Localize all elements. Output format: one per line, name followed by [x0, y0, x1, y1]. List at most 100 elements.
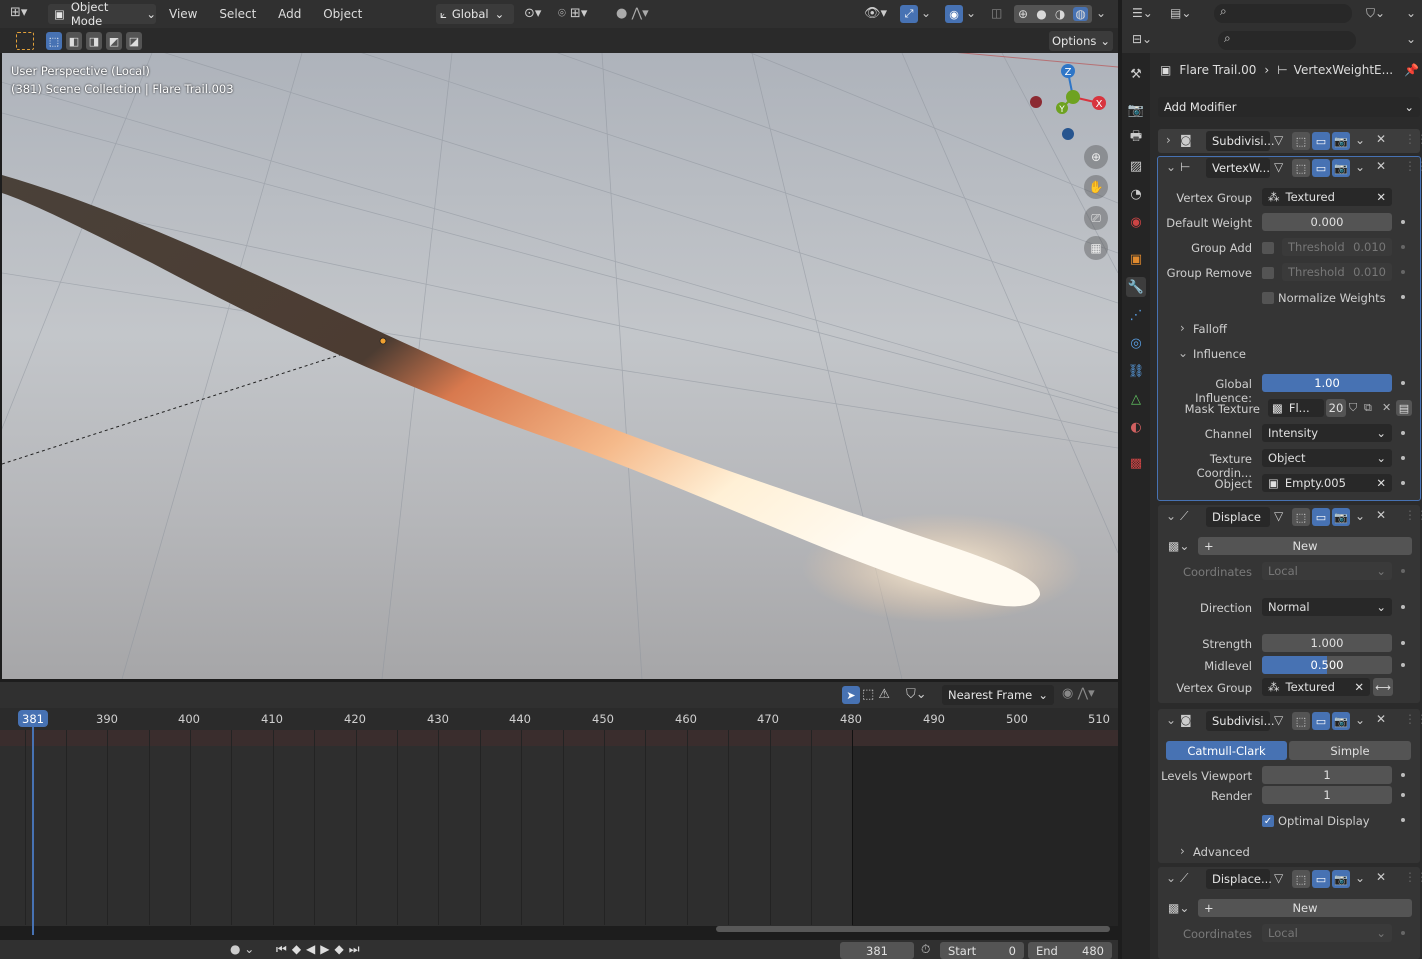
chevron-down-icon[interactable]: ⌄	[1166, 713, 1176, 727]
end-frame-field[interactable]: End 480	[1028, 942, 1112, 959]
clear-icon[interactable]: ✕	[1376, 190, 1386, 204]
levels-viewport-field[interactable]: 1	[1262, 766, 1392, 784]
camera-icon[interactable]: ⎚	[1084, 206, 1108, 230]
jump-end-icon[interactable]: ⏭	[349, 942, 365, 956]
normalize-weights-checkbox[interactable]	[1262, 292, 1274, 304]
chevron-down-icon[interactable]: ⌄	[1096, 6, 1106, 20]
record-icon[interactable]: ● ⌄	[230, 942, 254, 956]
vertex-group-field[interactable]: ⁂ Textured ✕	[1262, 188, 1392, 206]
particles-tab-icon[interactable]: ⋰	[1126, 305, 1146, 325]
rendered-shading-icon[interactable]: ◍	[1073, 7, 1088, 21]
keyframe-dot[interactable]	[1401, 931, 1405, 935]
select-subtract-icon[interactable]: ◨	[86, 32, 102, 50]
chevron-down-icon[interactable]: ⌄	[1166, 871, 1176, 885]
mask-texture-field[interactable]: ▩ Fl...	[1268, 399, 1324, 417]
keyframe-dot[interactable]	[1401, 773, 1405, 777]
select-new-icon[interactable]: ⬚	[46, 32, 62, 50]
pin-icon[interactable]: 📌	[1404, 63, 1419, 77]
drag-handle-icon[interactable]: ⋮⋮	[1404, 712, 1422, 726]
keyframe-dot[interactable]	[1401, 381, 1405, 385]
material-tab-icon[interactable]: ◐	[1126, 417, 1146, 437]
render-display-icon[interactable]: 📷	[1332, 159, 1350, 177]
coordinates-select[interactable]: Local ⌄	[1262, 562, 1392, 580]
chevron-down-icon[interactable]: ⌄	[1166, 160, 1176, 174]
keyframe-dot[interactable]	[1401, 456, 1405, 460]
properties-search-input[interactable]: ⌕	[1218, 31, 1356, 50]
duplicate-icon[interactable]: ⧉	[1364, 401, 1372, 415]
data-tab-icon[interactable]: △	[1126, 389, 1146, 409]
keyframe-dot[interactable]	[1401, 481, 1405, 485]
chevron-down-icon[interactable]: ⌄	[1355, 713, 1365, 727]
render-display-icon[interactable]: 📷	[1332, 132, 1350, 150]
playhead-line[interactable]	[32, 720, 34, 935]
unlink-icon[interactable]: ✕	[1382, 401, 1391, 414]
catmull-clark-button[interactable]: Catmull-Clark	[1166, 741, 1287, 760]
midlevel-slider[interactable]: 0.500	[1262, 656, 1392, 674]
next-keyframe-icon[interactable]: ◆	[335, 942, 349, 956]
keyframe-dot[interactable]	[1401, 295, 1405, 299]
outliner-search-input[interactable]: ⌕	[1214, 4, 1352, 23]
clear-icon[interactable]: ✕	[1354, 680, 1364, 694]
viewport-display-icon[interactable]: ▭	[1312, 712, 1330, 730]
select-tool-icon[interactable]	[16, 32, 34, 50]
drag-handle-icon[interactable]: ⋮⋮	[1404, 508, 1422, 522]
only-selected-icon[interactable]: ➤	[842, 686, 860, 704]
snap-icon[interactable]: ⌾ ⊞▾	[558, 6, 587, 21]
material-shading-icon[interactable]: ◑	[1055, 7, 1065, 21]
display-mode-icon[interactable]: ▤⌄	[1170, 6, 1191, 20]
show-keyframes-icon[interactable]: ⬚ ⚠	[862, 687, 890, 702]
edit-mode-cage-icon[interactable]: ▽	[1274, 133, 1283, 147]
proportional-edit-icon[interactable]: ● ⋀▾	[616, 6, 649, 21]
world-tab-icon[interactable]: ◉	[1126, 212, 1146, 232]
mode-select[interactable]: ▣ Object Mode ⌄	[48, 0, 156, 28]
keyframe-dot[interactable]	[1401, 793, 1405, 797]
physics-tab-icon[interactable]: ◎	[1126, 333, 1146, 353]
neg-z-axis-icon[interactable]	[1062, 128, 1074, 140]
chevron-down-icon[interactable]: ⌄	[966, 6, 976, 20]
properties-editor-icon[interactable]: ⊟⌄	[1132, 32, 1152, 46]
viewport-display-icon[interactable]: ▭	[1312, 132, 1330, 150]
new-texture-button[interactable]: + New	[1198, 899, 1412, 917]
viewport-display-icon[interactable]: ▭	[1312, 159, 1330, 177]
select-extend-icon[interactable]: ◧	[66, 32, 82, 50]
interpolation-select[interactable]: Nearest Frame ⌄	[942, 685, 1054, 705]
modifier-name-field[interactable]: Subdivisi...	[1206, 131, 1275, 151]
texture-browse-icon[interactable]: ▩⌄	[1168, 539, 1189, 553]
preview-range-icon[interactable]: ⏱	[921, 942, 930, 957]
direction-select[interactable]: Normal ⌄	[1262, 598, 1392, 616]
render-display-icon[interactable]: 📷	[1332, 712, 1350, 730]
texture-properties-icon[interactable]: ▤	[1396, 400, 1412, 416]
add-modifier-button[interactable]: Add Modifier ⌄	[1158, 97, 1420, 117]
close-icon[interactable]: ✕	[1376, 712, 1386, 726]
default-weight-field[interactable]: 0.000	[1262, 213, 1392, 231]
tool-tab-icon[interactable]: ⚒	[1126, 64, 1146, 84]
chevron-down-icon[interactable]: ⌄	[1166, 509, 1176, 523]
play-icon[interactable]: ▶	[320, 942, 334, 956]
current-frame-field[interactable]: 381	[840, 942, 914, 959]
edit-mode-icon[interactable]: ⬚	[1292, 159, 1310, 177]
close-icon[interactable]: ✕	[1376, 159, 1386, 173]
overlay-toggle-icon[interactable]: ◉	[945, 5, 963, 23]
close-icon[interactable]: ✕	[1376, 870, 1386, 884]
modifier-name-field[interactable]: VertexW...	[1206, 158, 1270, 178]
texture-tab-icon[interactable]: ▩	[1126, 453, 1146, 473]
simple-button[interactable]: Simple	[1289, 741, 1411, 760]
modifier-name-field[interactable]: Subdivisi...	[1206, 711, 1275, 731]
chevron-right-icon[interactable]: ›	[1180, 321, 1185, 335]
edit-mode-icon[interactable]: ⬚	[1292, 132, 1310, 150]
object-field[interactable]: ▣ Empty.005 ✕	[1262, 474, 1392, 492]
threshold-add-field[interactable]: Threshold 0.010	[1282, 238, 1392, 256]
drag-handle-icon[interactable]: ⋮⋮	[1404, 870, 1422, 884]
vertex-group-field[interactable]: ⁂ Textured ✕	[1262, 678, 1370, 696]
gizmo-toggle-icon[interactable]: ⤢	[900, 5, 918, 23]
edit-mode-icon[interactable]: ⬚	[1292, 712, 1310, 730]
strength-field[interactable]: 1.000	[1262, 634, 1392, 652]
chevron-down-icon[interactable]: ⌄	[1406, 32, 1416, 46]
visibility-icon[interactable]: 👁▾	[864, 6, 887, 21]
viewport-display-icon[interactable]: ▭	[1312, 870, 1330, 888]
keyframe-dot[interactable]	[1401, 605, 1405, 609]
advanced-subpanel[interactable]: Advanced	[1193, 845, 1250, 859]
menu-object[interactable]: Object	[323, 7, 362, 21]
group-add-checkbox[interactable]	[1262, 242, 1274, 254]
perspective-grid-icon[interactable]: ▦	[1084, 236, 1108, 260]
